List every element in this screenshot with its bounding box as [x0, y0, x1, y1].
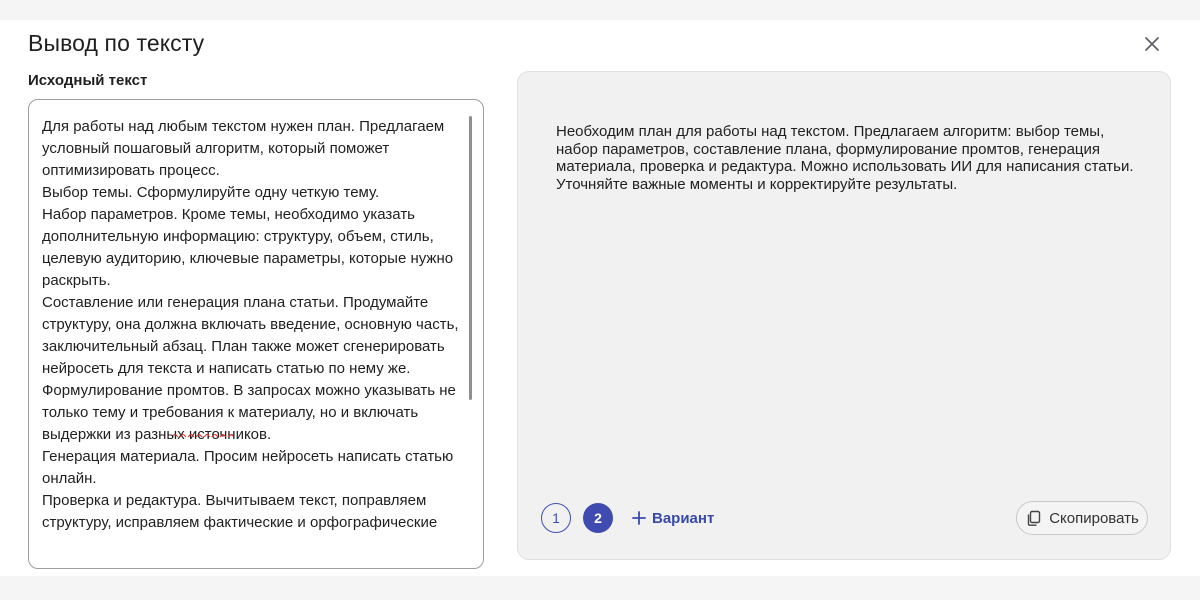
variant-1-button[interactable]: 1 [541, 503, 571, 533]
copy-icon [1028, 510, 1041, 526]
spellcheck-underline [173, 434, 234, 437]
source-text-label: Исходный текст [28, 72, 148, 89]
copy-button[interactable]: Скопировать [1016, 501, 1148, 535]
result-text: Необходим план для работы над текстом. П… [556, 123, 1134, 193]
dialog-title: Вывод по тексту [28, 30, 205, 56]
close-button[interactable] [1138, 30, 1166, 58]
plus-icon [632, 511, 646, 525]
close-icon [1145, 37, 1159, 51]
result-panel: Необходим план для работы над текстом. П… [517, 71, 1171, 560]
add-variant-button[interactable]: Вариант [632, 507, 714, 529]
add-variant-label: Вариант [652, 509, 715, 527]
copy-label: Скопировать [1049, 509, 1139, 527]
textarea-scrollbar[interactable] [469, 116, 472, 400]
source-text-content: Для работы над любым текстом нужен план.… [42, 118, 459, 531]
source-textarea[interactable]: Для работы над любым текстом нужен план.… [28, 99, 484, 569]
summary-dialog: Вывод по тексту Исходный текст Для работ… [0, 20, 1200, 576]
variant-2-button[interactable]: 2 [583, 503, 613, 533]
